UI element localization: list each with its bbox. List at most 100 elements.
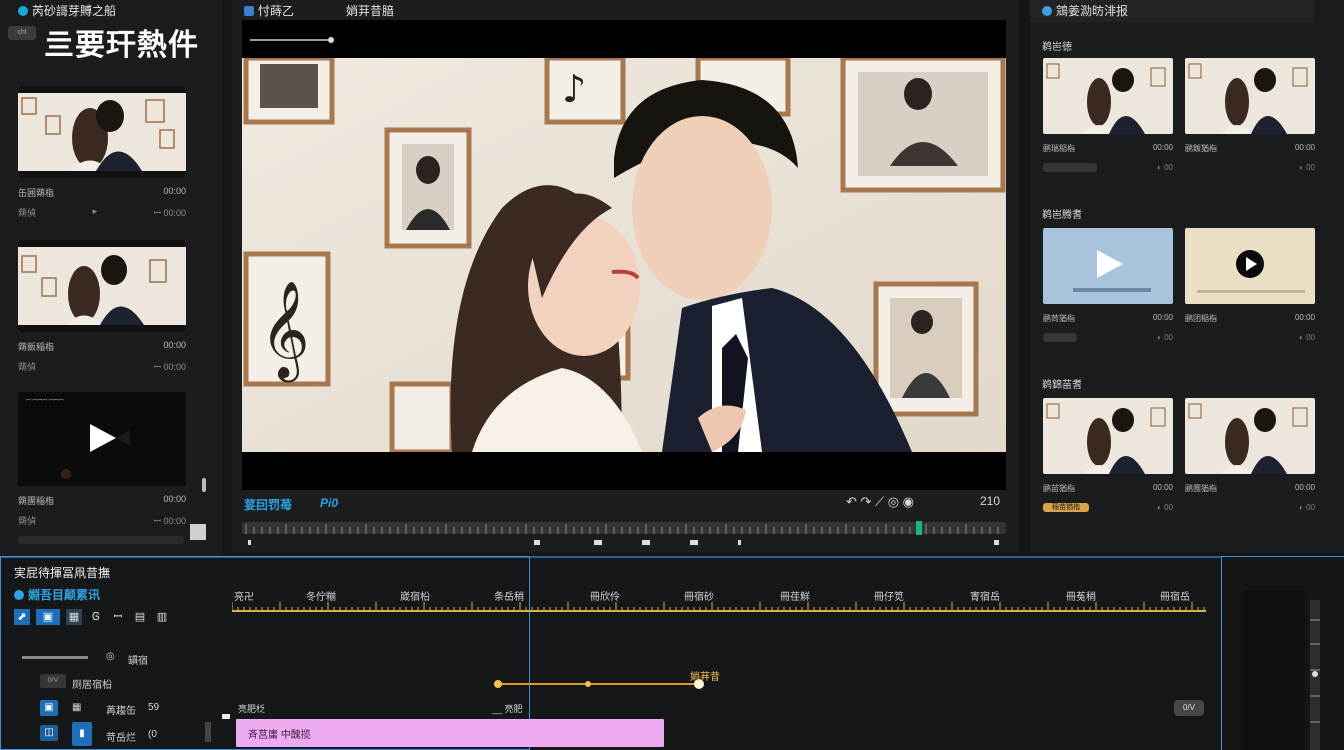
- left-media-card-3[interactable]: ꟷ ꟷꟷꟷ ꟷꟷꟷ 蒴團稲栺 00:00 蒴偵 ꟷ 00:00: [18, 392, 186, 527]
- track-row-label: 厕居宿柗: [72, 680, 112, 691]
- asset-thumb[interactable]: [1043, 398, 1173, 474]
- left-panel-footer-bar: [18, 536, 184, 544]
- couple-thumbnail-image: [1185, 58, 1315, 134]
- viewer-volume-knob[interactable]: [328, 37, 334, 43]
- left-card-sub-right: ꟷ 00:00: [153, 208, 186, 218]
- timeline-toggle-button[interactable]: 0/V: [1174, 700, 1204, 716]
- right-asset-card[interactable]: 鹂飯猶栺 00:00 ◐ 00: [1185, 58, 1315, 172]
- asset-options-icon[interactable]: ◐ 00: [1157, 503, 1173, 512]
- marker[interactable]: [248, 540, 251, 545]
- marker[interactable]: [642, 540, 650, 545]
- right-asset-card[interactable]: 鹂团稲栺 00:00 ◐ 00: [1185, 228, 1315, 342]
- layer-tool-icon[interactable]: ▤: [132, 609, 148, 625]
- play-circle-icon[interactable]: [1185, 228, 1315, 304]
- assets-icon: [1042, 6, 1052, 16]
- right-asset-card[interactable]: 鹂茼猶栺 00:00 ◐ 00: [1043, 228, 1173, 342]
- timeline-logo-icon: [14, 590, 24, 600]
- asset-thumb[interactable]: [1043, 58, 1173, 134]
- timeline-subtitle-text: 婣吾目颠累讯: [28, 588, 101, 602]
- left-media-card-2[interactable]: 蒴飯稲栺 00:00 蒴偵 ꟷ 00:00: [18, 240, 186, 373]
- asset-meta: 00:00: [1152, 313, 1173, 322]
- timeline-zoom-slider[interactable]: [22, 656, 88, 659]
- left-media-thumb-3[interactable]: ꟷ ꟷꟷꟷ ꟷꟷꟷ: [18, 392, 186, 486]
- video-track-icon[interactable]: ▣: [40, 700, 58, 716]
- left-panel-resize-handle[interactable]: [190, 524, 206, 540]
- asset-options-icon[interactable]: ◐ 00: [1299, 503, 1315, 512]
- audio-track-active-icon[interactable]: ▮: [72, 722, 92, 746]
- left-card-meta: 00:00: [163, 340, 186, 350]
- link-tool-icon[interactable]: Ꮆ: [88, 609, 104, 625]
- asset-meta: 00:00: [1294, 483, 1315, 492]
- ruler-label: 冊荏觧: [780, 592, 810, 603]
- timeline-side-canvas: [1243, 590, 1305, 750]
- viewer-scrubber[interactable]: [242, 522, 1006, 534]
- viewer-tab-2[interactable]: 娋荓昔腤: [346, 2, 394, 19]
- asset-title: 鹂团稲栺: [1185, 314, 1217, 323]
- asset-thumb[interactable]: [1185, 228, 1315, 304]
- viewer-letterbox-top: [242, 20, 1006, 58]
- couple-thumbnail-image: [18, 86, 186, 178]
- video-track-label: 苒趨缶: [106, 706, 136, 717]
- right-section-3-label: 鹈錦苗耆: [1042, 380, 1082, 391]
- ruler-label: 冊宿砂: [684, 592, 714, 603]
- asset-thumb[interactable]: [1185, 398, 1315, 474]
- marker[interactable]: [690, 540, 698, 545]
- left-card-title: 蒴飯稲栺: [18, 342, 55, 352]
- left-card-title: 缶囲蒴栺: [18, 188, 55, 198]
- asset-options-icon[interactable]: ◐ 00: [1157, 333, 1173, 342]
- left-media-card-1[interactable]: 缶囲蒴栺 00:00 蒴偵 ▸ ꟷ 00:00: [18, 86, 186, 219]
- video-track-extra-icon[interactable]: ▦: [72, 702, 81, 713]
- marker[interactable]: [994, 540, 999, 545]
- timeline-subtitle[interactable]: 婣吾目颠累讯: [14, 586, 100, 603]
- viewer-volume-slider[interactable]: [250, 39, 332, 41]
- left-media-thumb-1[interactable]: [18, 86, 186, 178]
- clip-track-label: 亮肥柉: [238, 704, 266, 714]
- asset-options-icon[interactable]: ◐ 00: [1299, 163, 1315, 172]
- viewer-letterbox-bottom: [242, 452, 1006, 490]
- viewer-control-icons[interactable]: ↶ ↷ ⟋ ◎ ◉: [846, 494, 914, 510]
- zoom-icon[interactable]: ◎: [106, 651, 115, 662]
- track-tool-icon[interactable]: ▦: [66, 609, 82, 625]
- play-icon[interactable]: [1043, 228, 1173, 304]
- asset-options-icon[interactable]: ◐ 00: [1157, 163, 1173, 172]
- couple-kiss-scene-image: ♪ 𝄞: [242, 58, 1006, 452]
- split-tool-icon[interactable]: ꟷ: [110, 609, 126, 625]
- left-media-thumb-2[interactable]: [18, 240, 186, 332]
- keyframe-point[interactable]: [585, 681, 591, 687]
- track-list-scrollbar[interactable]: [205, 722, 211, 742]
- right-section-2-label: 鹈岜腾耆: [1042, 210, 1082, 221]
- play-icon[interactable]: [18, 392, 186, 486]
- left-scrollbar[interactable]: [202, 478, 206, 492]
- left-panel-chip[interactable]: cht: [8, 26, 36, 40]
- asset-thumb[interactable]: [1185, 58, 1315, 134]
- left-card-meta: 00:00: [163, 186, 186, 196]
- right-panel-title: 鵍姜泐昉渄报: [1042, 2, 1128, 19]
- track-chip[interactable]: 0/V: [40, 674, 66, 688]
- marker[interactable]: [594, 540, 602, 545]
- timeline-toolbar: ⬈ ▣ ▦ Ꮆ ꟷ ▤ ▥: [14, 608, 170, 626]
- timeline-vertical-scrollbar[interactable]: [1306, 600, 1324, 750]
- razor-tool-icon[interactable]: ▣: [36, 609, 60, 625]
- ruler-label: 冊欣伶: [590, 592, 620, 603]
- asset-options-icon[interactable]: ◐ 00: [1299, 333, 1315, 342]
- audio-track-icon[interactable]: ◫: [40, 725, 58, 741]
- right-section-1-label: 鹈岜徳: [1042, 42, 1072, 53]
- right-asset-card[interactable]: 鹂苗猶栺 00:00 稲苗猶栺 ◐ 00: [1043, 398, 1173, 512]
- grid-tool-icon[interactable]: ▥: [154, 609, 170, 625]
- asset-thumb[interactable]: [1043, 228, 1173, 304]
- marker[interactable]: [738, 540, 741, 545]
- left-card-mark: ▸: [92, 206, 98, 216]
- video-frame[interactable]: ♪ 𝄞: [242, 58, 1006, 452]
- right-asset-card[interactable]: 鹂團猶栺 00:00 ◐ 00: [1185, 398, 1315, 512]
- marker[interactable]: [534, 540, 540, 545]
- ruler-label: 寈宿岳: [970, 592, 1000, 603]
- ruler-label: 崴宿柗: [400, 592, 430, 603]
- viewer-tab-1[interactable]: 忖蒔乙: [244, 2, 294, 19]
- keyframe-label: 娋荓昔: [690, 672, 720, 683]
- select-tool-icon[interactable]: ⬈: [14, 609, 30, 625]
- scrubber-playhead[interactable]: [916, 521, 922, 535]
- keyframe-curve[interactable]: [498, 683, 698, 685]
- keyframe-point[interactable]: [494, 680, 502, 688]
- right-asset-card[interactable]: 鹂瑞稲栺 00:00 ◐ 00: [1043, 58, 1173, 172]
- clip-marker[interactable]: [222, 714, 230, 719]
